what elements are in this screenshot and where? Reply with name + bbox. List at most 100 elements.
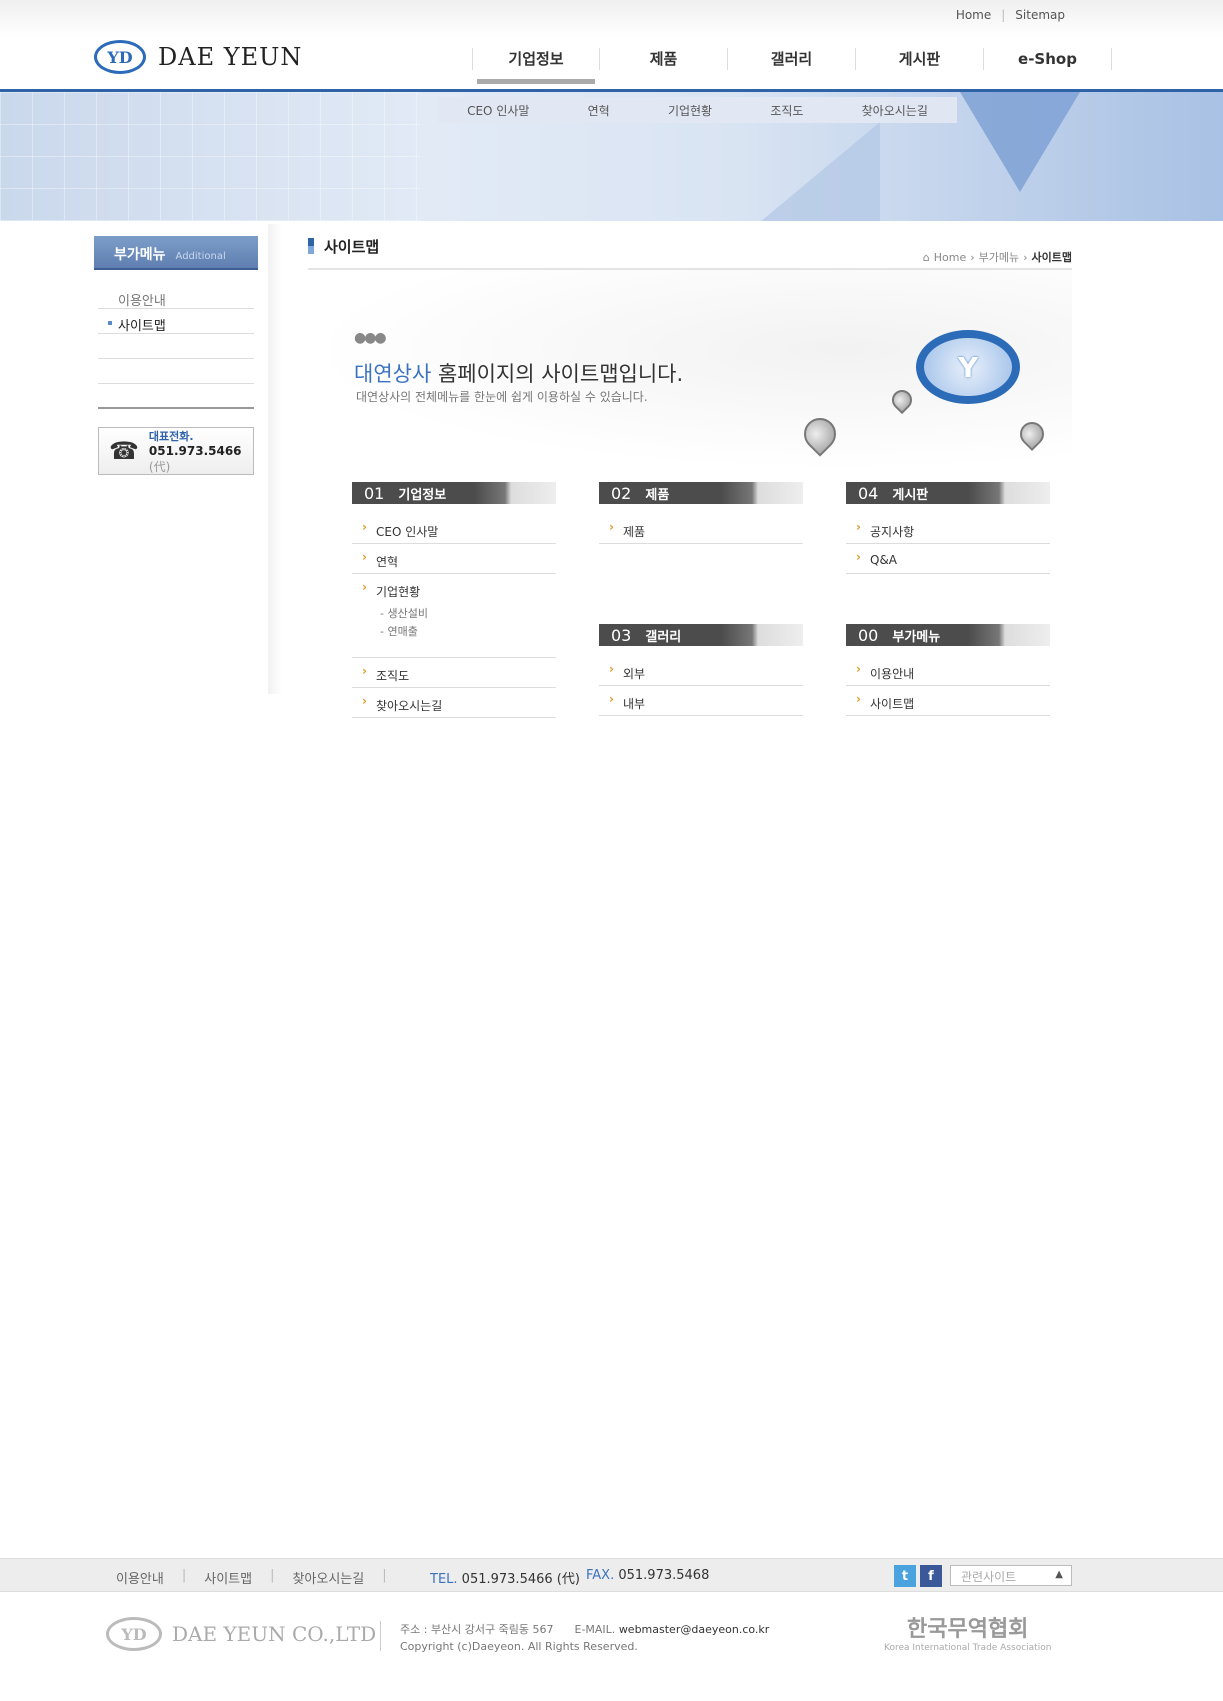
phone-label: 대표전화. (148, 429, 194, 443)
column-shadow (268, 224, 282, 694)
section-products: 02 제품 제품 (599, 482, 803, 544)
divider: | (382, 1568, 387, 1583)
tel-label: TEL. (430, 1572, 458, 1587)
footer-tel: TEL. 051.973.5466 (代) (430, 1568, 580, 1587)
sidebar-title-text: 부가메뉴 (114, 247, 166, 263)
section-number: 00 (858, 625, 879, 645)
tel-number: 051.973.5466 (代) (461, 1572, 580, 1587)
link-guide[interactable]: 이용안내 (846, 656, 1050, 686)
nav-eshop[interactable]: e-Shop (984, 48, 1112, 70)
link-exterior[interactable]: 외부 (599, 656, 803, 686)
section-number: 03 (611, 625, 632, 645)
section-number: 02 (611, 483, 632, 503)
footer-copyright: Copyright (c)Daeyeon. All Rights Reserve… (400, 1640, 638, 1653)
map-pin-icon (797, 411, 843, 457)
link-history[interactable]: 연혁 (352, 544, 556, 574)
kita-logo[interactable]: 한국무역협회 Korea International Trade Associa… (884, 1611, 1051, 1653)
subnav-location[interactable]: 찾아오시는길 (862, 102, 928, 119)
footer: YD DAE YEUN CO.,LTD 주소 : 부산시 강서구 죽림동 567… (0, 1593, 1223, 1701)
section-links: 제품 (599, 514, 803, 544)
footer-links: 이용안내 | 사이트맵 | 찾아오시는길 | (116, 1568, 387, 1587)
chevron-right-icon: › (1023, 250, 1028, 264)
social-links: t f (894, 1565, 942, 1587)
section-number: 04 (858, 483, 879, 503)
email-label: E-MAIL. (574, 1623, 616, 1636)
sidebar-menu: 이용안내 사이트맵 ☎ 대표전화. 051.973.5466 (代) (94, 284, 258, 475)
logo-emblem-icon: Y (916, 330, 1020, 404)
divider: | (181, 1568, 187, 1583)
facebook-icon[interactable]: f (920, 1565, 942, 1587)
banner-shape (960, 92, 1080, 192)
section-links: 이용안내 사이트맵 (846, 656, 1050, 716)
home-icon: ⌂ (922, 250, 930, 264)
link-products[interactable]: 제품 (599, 514, 803, 544)
link-facilities[interactable]: - 생산설비 (380, 605, 556, 623)
kita-english: Korea International Trade Association (884, 1643, 1052, 1653)
section-board: 04 게시판 공지사항 Q&A (846, 482, 1050, 574)
top-links: Home | Sitemap (956, 8, 1065, 22)
page-title: 사이트맵 (308, 236, 379, 258)
phone-number-line: 051.973.5466 (代) (149, 444, 253, 475)
twitter-icon[interactable]: t (894, 1565, 916, 1587)
main-nav: 기업정보 제품 갤러리 게시판 e-Shop (472, 48, 1112, 84)
footer-logo-text: DAE YEUN CO.,LTD (172, 1622, 377, 1646)
nav-board[interactable]: 게시판 (856, 48, 984, 70)
link-sitemap[interactable]: 사이트맵 (846, 686, 1050, 716)
subnav-history[interactable]: 연혁 (588, 102, 610, 119)
phone-box: ☎ 대표전화. 051.973.5466 (代) (98, 427, 254, 475)
fax-label: FAX. (586, 1568, 615, 1583)
link-location[interactable]: 찾아오시는길 (352, 688, 556, 718)
subnav-status[interactable]: 기업현황 (668, 102, 712, 119)
link-status[interactable]: 기업현황 - 생산설비 - 연매출 (352, 574, 556, 658)
breadcrumb-current: 사이트맵 (1031, 251, 1072, 264)
banner-shape (760, 122, 880, 221)
hero-highlight: 대연상사 (354, 362, 432, 386)
link-sales[interactable]: - 연매출 (380, 623, 556, 641)
kita-name: 한국무역협회 (906, 1617, 1029, 1642)
sitemap-link[interactable]: Sitemap (1015, 8, 1065, 22)
content-header: 사이트맵 ⌂ Home › 부가메뉴 › 사이트맵 (308, 236, 1072, 270)
section-number: 01 (364, 483, 385, 503)
logo-mark-icon: YD (94, 40, 146, 74)
main-content: 사이트맵 ⌂ Home › 부가메뉴 › 사이트맵 ●●● 대연상사 홈페이지의… (308, 236, 1072, 718)
sidebar-item-guide[interactable]: 이용안내 (98, 284, 254, 309)
section-gallery: 03 갤러리 외부 내부 (599, 624, 803, 716)
map-pin-icon (1015, 417, 1049, 451)
footer-link-guide[interactable]: 이용안내 (116, 1568, 164, 1587)
link-org[interactable]: 조직도 (352, 658, 556, 688)
nav-products[interactable]: 제품 (600, 48, 728, 70)
sidebar-empty-row (98, 359, 254, 384)
subnav-ceo[interactable]: CEO 인사말 (467, 102, 529, 119)
section-title: 부가메뉴 (892, 629, 941, 645)
sidebar-item-sitemap[interactable]: 사이트맵 (98, 309, 254, 334)
logo[interactable]: YD DAE YEUN (94, 40, 302, 74)
sidebar-empty-row (98, 384, 254, 409)
breadcrumb-home[interactable]: Home (934, 251, 966, 264)
chevron-right-icon: › (970, 250, 975, 264)
footer-email[interactable]: webmaster@daeyeon.co.kr (619, 1623, 769, 1636)
section-title: 기업정보 (398, 487, 447, 503)
related-sites-select[interactable]: 관련사이트 ▲ (950, 1565, 1072, 1586)
link-interior[interactable]: 내부 (599, 686, 803, 716)
section-links: CEO 인사말 연혁 기업현황 - 생산설비 - 연매출 조직도 찾아오시는길 (352, 514, 556, 718)
phone-suffix: (代) (148, 459, 171, 474)
nav-company[interactable]: 기업정보 (472, 48, 600, 84)
section-title: 제품 (645, 487, 670, 503)
section-title: 게시판 (892, 487, 929, 503)
dots-icon: ●●● (354, 330, 387, 346)
section-header: 04 게시판 (846, 482, 1050, 504)
caret-up-icon: ▲ (1055, 1569, 1063, 1580)
section-title: 갤러리 (645, 629, 682, 645)
link-qna[interactable]: Q&A (846, 544, 1050, 574)
footer-link-location[interactable]: 찾아오시는길 (292, 1568, 364, 1587)
link-notice[interactable]: 공지사항 (846, 514, 1050, 544)
sidebar-empty-row (98, 334, 254, 359)
subnav-org[interactable]: 조직도 (770, 102, 803, 119)
link-ceo[interactable]: CEO 인사말 (352, 514, 556, 544)
telephone-icon: ☎ (109, 437, 139, 465)
breadcrumb-parent[interactable]: 부가메뉴 (979, 249, 1019, 265)
footer-info: 주소 : 부산시 강서구 죽림동 567 E-MAIL. webmaster@d… (400, 1621, 769, 1655)
nav-gallery[interactable]: 갤러리 (728, 48, 856, 70)
footer-link-sitemap[interactable]: 사이트맵 (204, 1568, 252, 1587)
home-link[interactable]: Home (956, 8, 991, 22)
